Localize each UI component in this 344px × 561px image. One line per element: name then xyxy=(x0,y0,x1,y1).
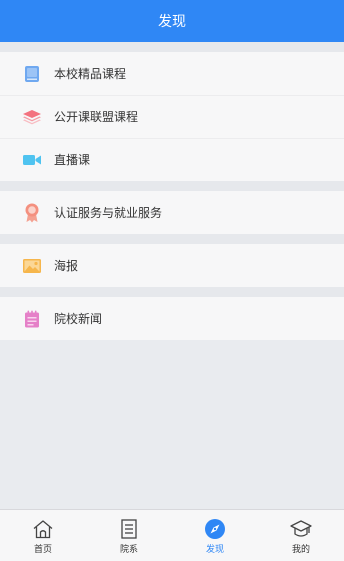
course-group: 本校精品课程 公开课联盟课程 直播课 xyxy=(0,52,344,181)
book-icon xyxy=(22,64,42,84)
menu-item-label: 海报 xyxy=(54,259,79,273)
menu-item-certification-services[interactable]: 认证服务与就业服务 xyxy=(0,191,344,234)
tab-label: 首页 xyxy=(33,544,52,555)
menu-item-label: 认证服务与就业服务 xyxy=(54,206,163,220)
graduation-cap-icon xyxy=(289,517,313,541)
section-spacer xyxy=(0,181,344,191)
home-icon xyxy=(31,517,55,541)
tab-label: 发现 xyxy=(205,544,224,555)
menu-item-live-course[interactable]: 直播课 xyxy=(0,138,344,181)
menu-item-label: 直播课 xyxy=(54,153,91,167)
menu-item-label: 院校新闻 xyxy=(54,312,103,326)
poster-group: 海报 xyxy=(0,244,344,287)
service-group: 认证服务与就业服务 xyxy=(0,191,344,234)
notepad-icon xyxy=(22,309,42,329)
tab-departments[interactable]: 院系 xyxy=(86,510,172,561)
section-spacer xyxy=(0,42,344,52)
news-group: 院校新闻 xyxy=(0,297,344,340)
menu-item-open-courses[interactable]: 公开课联盟课程 xyxy=(0,95,344,138)
tab-discover[interactable]: 发现 xyxy=(172,510,258,561)
image-icon xyxy=(22,256,42,276)
tab-label: 院系 xyxy=(119,544,138,555)
page-title: 发现 xyxy=(158,14,186,30)
header-bar: 发现 xyxy=(0,0,344,42)
menu-item-school-courses[interactable]: 本校精品课程 xyxy=(0,52,344,95)
menu-item-poster[interactable]: 海报 xyxy=(0,244,344,287)
menu-item-label: 公开课联盟课程 xyxy=(54,110,139,124)
section-spacer xyxy=(0,234,344,244)
tab-home[interactable]: 首页 xyxy=(0,510,86,561)
video-camera-icon xyxy=(22,150,42,170)
layers-icon xyxy=(22,107,42,127)
tab-mine[interactable]: 我的 xyxy=(258,510,344,561)
tab-label: 我的 xyxy=(291,544,310,555)
document-list-icon xyxy=(117,517,141,541)
section-spacer xyxy=(0,287,344,297)
compass-icon xyxy=(203,517,227,541)
menu-item-school-news[interactable]: 院校新闻 xyxy=(0,297,344,340)
bottom-tab-bar: 首页 院系 发现 我的 xyxy=(0,509,344,561)
menu-item-label: 本校精品课程 xyxy=(54,67,127,81)
award-ribbon-icon xyxy=(22,203,42,223)
discover-screen: 发现 本校精品课程 公开课联盟课程 直播课 认证服务与就业服务 海报 院校新闻 … xyxy=(0,0,344,561)
